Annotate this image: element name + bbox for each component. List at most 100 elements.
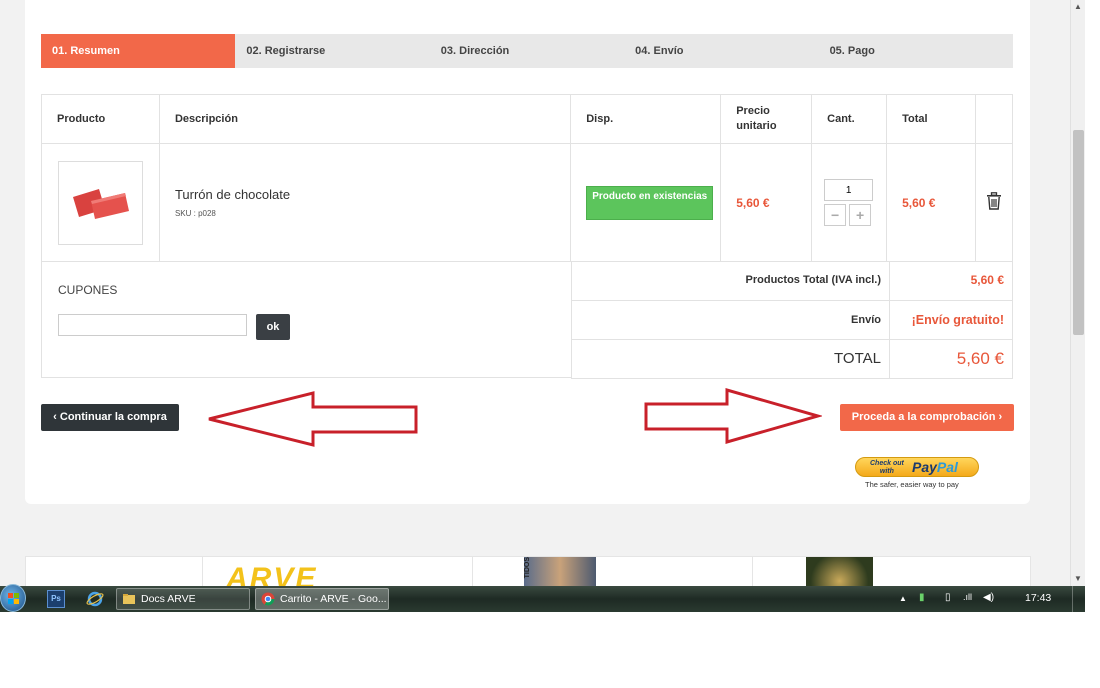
header-cant: Cant.: [811, 94, 888, 144]
paypal-check-line1: Check out: [870, 460, 904, 467]
paypal-check-line2: with: [879, 468, 894, 475]
product-image-cell: [41, 143, 160, 262]
product-thumbnail[interactable]: [58, 160, 143, 245]
signal-icon[interactable]: .ıll: [963, 592, 972, 602]
proceed-checkout-button[interactable]: Proceda a la comprobación ›: [840, 404, 1014, 431]
paypal-pal: Pal: [936, 459, 958, 475]
footer-divider: [472, 557, 473, 586]
product-sku: SKU : p028: [174, 209, 216, 218]
chevron-left-icon: ‹: [53, 411, 60, 423]
totals-table: Productos Total (IVA incl.) 5,60 € Envío…: [571, 261, 1013, 379]
right-arrow-annotation-icon: [644, 388, 822, 444]
start-button[interactable]: [0, 584, 26, 612]
products-total-value: 5,60 €: [889, 261, 1013, 301]
footer-thumbnail-seal[interactable]: [806, 557, 873, 586]
volume-icon[interactable]: ◀): [983, 592, 994, 603]
cart-header-row: Producto Descripción Disp. Precio unitar…: [41, 94, 1013, 144]
chevron-right-icon: ›: [995, 411, 1003, 423]
totals-shipping-row: Envío ¡Envío gratuito!: [571, 300, 1013, 340]
header-delete: [975, 94, 1013, 144]
paypal-pill: Check out with PayPal: [855, 457, 979, 477]
paypal-check-text: Check out with: [870, 460, 904, 476]
unit-price-cell: 5,60 €: [720, 143, 813, 262]
table-row: Turrón de chocolate SKU : p028 Producto …: [41, 143, 1013, 262]
product-description-cell: Turrón de chocolate SKU : p028: [158, 143, 572, 262]
browser-viewport: 01. Resumen 02. Registrarse 03. Direcció…: [0, 0, 1085, 586]
windows-taskbar: Ps Docs ARVE Carrito - ARVE - Goo... ▲ ▮…: [0, 584, 1085, 612]
arve-logo[interactable]: ARVE: [226, 562, 317, 586]
internet-explorer-icon[interactable]: [86, 590, 104, 608]
totals-grand-row: TOTAL 5,60 €: [571, 339, 1013, 379]
taskbar-item-docs-arve[interactable]: Docs ARVE: [116, 588, 250, 610]
product-name[interactable]: Turrón de chocolate: [175, 187, 570, 202]
coupon-ok-button[interactable]: ok: [256, 314, 290, 340]
footer-divider: [202, 557, 203, 586]
page-scrollbar[interactable]: ▲ ▼: [1070, 0, 1085, 586]
quantity-stepper: − +: [824, 179, 886, 226]
taskbar-item-label: Docs ARVE: [141, 593, 196, 605]
products-total-label: Productos Total (IVA incl.): [571, 261, 890, 301]
coupon-label: CUPONES: [58, 283, 118, 297]
footer-divider: [752, 557, 753, 586]
checkout-steps: 01. Resumen 02. Registrarse 03. Direcció…: [41, 34, 1013, 68]
header-precio-line1: Precio: [736, 105, 770, 117]
step-envio[interactable]: 04. Envío: [624, 34, 818, 68]
continue-shopping-button[interactable]: ‹ Continuar la compra: [41, 404, 179, 431]
step-resumen[interactable]: 01. Resumen: [41, 34, 236, 68]
coupon-input[interactable]: [58, 314, 247, 336]
trash-icon[interactable]: [986, 192, 1002, 210]
battery-icon[interactable]: ▯: [945, 592, 951, 603]
header-descripcion: Descripción: [158, 94, 572, 144]
proceed-label: Proceda a la comprobación: [851, 411, 996, 423]
quantity-input[interactable]: [824, 179, 874, 201]
step-registrarse[interactable]: 02. Registrarse: [235, 34, 429, 68]
line-total: 5,60 €: [902, 195, 936, 210]
left-arrow-annotation-icon: [208, 391, 418, 447]
footer-thumbnail-book[interactable]: TIDOS: [524, 557, 596, 586]
status-badge: Producto en existencias: [586, 185, 714, 220]
header-precio-line2: unitario: [736, 120, 777, 132]
quantity-minus-button[interactable]: −: [824, 204, 847, 226]
tray-app-icon[interactable]: ▮: [919, 592, 925, 603]
chrome-icon: [261, 592, 275, 606]
continue-label: Continuar la compra: [59, 411, 167, 423]
paypal-logo: PayPal: [912, 459, 958, 475]
header-precio-unitario: Precio unitario: [720, 94, 813, 144]
header-disp: Disp.: [570, 94, 722, 144]
quantity-cell: − +: [811, 143, 888, 262]
taskbar-clock[interactable]: 17:43: [1025, 592, 1051, 604]
unit-price: 5,60 €: [736, 195, 770, 210]
taskbar-item-label: Carrito - ARVE - Goo...: [280, 593, 387, 605]
quantity-plus-button[interactable]: +: [849, 204, 872, 226]
step-pago[interactable]: 05. Pago: [819, 34, 1013, 68]
system-tray: ▲ ▮ ▯ .ıll ◀): [895, 586, 1085, 612]
footer-banners: ARVE TIDOS: [25, 556, 1031, 586]
line-total-cell: 5,60 €: [886, 143, 976, 262]
folder-icon: [123, 594, 135, 604]
header-producto: Producto: [41, 94, 160, 144]
paypal-checkout-button[interactable]: Check out with PayPal The safer, easier …: [855, 457, 980, 491]
scroll-down-icon[interactable]: ▼: [1074, 574, 1082, 583]
show-desktop-button[interactable]: [1072, 586, 1085, 612]
windows-logo-icon: [8, 593, 19, 604]
delete-cell: [975, 143, 1013, 262]
turron-image: [72, 188, 129, 219]
paypal-pay: Pay: [912, 459, 937, 475]
scroll-thumb[interactable]: [1073, 130, 1084, 335]
availability-cell: Producto en existencias: [570, 143, 722, 262]
header-total: Total: [886, 94, 976, 144]
tray-expand-icon[interactable]: ▲: [899, 594, 907, 603]
quantity-buttons: − +: [824, 204, 886, 226]
paypal-tagline: The safer, easier way to pay: [865, 480, 959, 489]
shipping-value: ¡Envío gratuito!: [889, 300, 1013, 340]
photoshop-icon[interactable]: Ps: [47, 590, 65, 608]
shipping-label: Envío: [571, 300, 890, 340]
footer-thumbnail-text: TIDOS: [524, 557, 531, 579]
grand-total-label: TOTAL: [571, 339, 890, 379]
grand-total-value: 5,60 €: [889, 339, 1013, 379]
cart-table: Producto Descripción Disp. Precio unitar…: [41, 94, 1013, 262]
taskbar-item-chrome[interactable]: Carrito - ARVE - Goo...: [255, 588, 389, 610]
scroll-up-icon[interactable]: ▲: [1074, 2, 1082, 11]
totals-products-row: Productos Total (IVA incl.) 5,60 €: [571, 261, 1013, 301]
step-direccion[interactable]: 03. Dirección: [430, 34, 624, 68]
